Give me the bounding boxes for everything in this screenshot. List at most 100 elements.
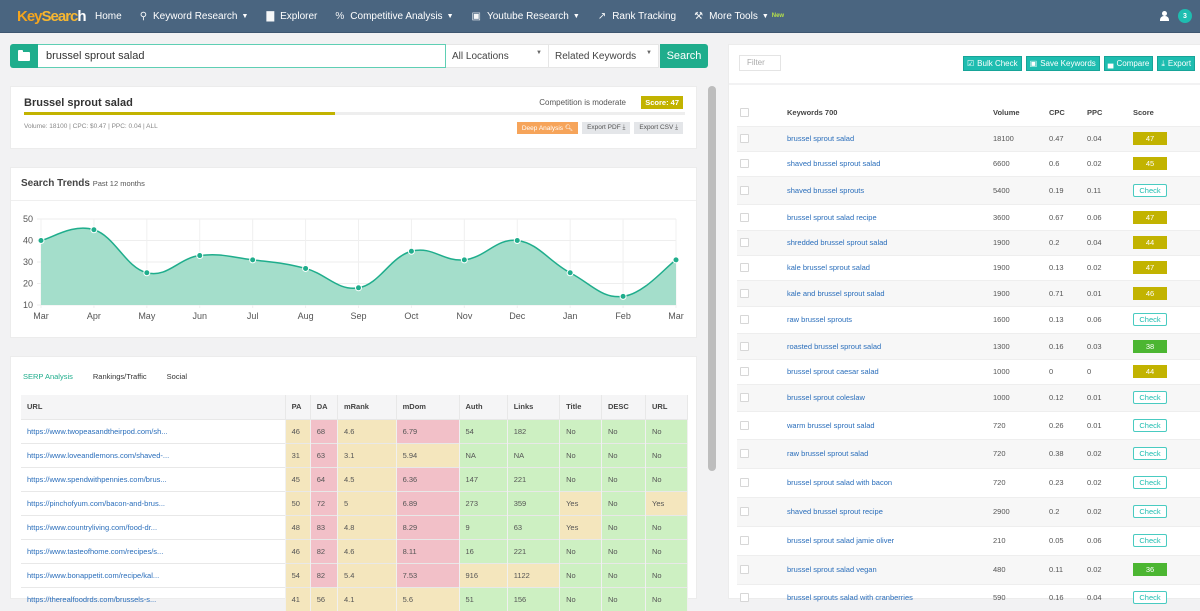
keyword-link[interactable]: shaved brussel sprouts <box>787 175 993 204</box>
column-header-volume[interactable]: Volume <box>993 100 1049 126</box>
saved-lists-button[interactable] <box>10 44 38 68</box>
column-header-score[interactable]: Score <box>1133 100 1200 126</box>
row-checkbox[interactable] <box>740 449 749 458</box>
nav-item-rank-tracking[interactable]: ↗ Rank Tracking <box>598 11 676 22</box>
serp-url-link[interactable]: https://www.countryliving.com/food-dr... <box>21 514 286 539</box>
row-checkbox[interactable] <box>740 159 749 168</box>
row-checkbox[interactable] <box>740 185 749 195</box>
row-checkbox[interactable] <box>740 478 749 487</box>
keyword-link[interactable]: brussel sprout salad recipe <box>787 203 993 230</box>
tab-serp-analysis[interactable]: SERP Analysis <box>23 372 73 381</box>
keyword-link[interactable]: shredded brussel sprout salad <box>787 229 993 255</box>
left-panel-scrollbar[interactable] <box>708 86 716 471</box>
keyword-link[interactable]: roasted brussel sprout salad <box>787 332 993 359</box>
serp-url-link[interactable]: https://www.twopeasandtheirpod.com/sh... <box>21 418 286 443</box>
row-checkbox[interactable] <box>740 507 749 516</box>
check-score-button[interactable]: Check <box>1133 391 1167 404</box>
search-mode-select[interactable]: Related Keywords ▼ <box>549 44 659 68</box>
nav-item-competitive-analysis[interactable]: % Competitive Analysis ▼ <box>335 11 453 22</box>
volume-cell: 18100 <box>993 125 1049 151</box>
nav-item-home[interactable]: Home <box>95 11 122 22</box>
serp-url-link[interactable]: https://www.loveandlemons.com/shaved-... <box>21 442 286 467</box>
keyword-link[interactable]: brussel sprout caesar salad <box>787 358 993 384</box>
row-checkbox[interactable] <box>740 238 749 247</box>
cpc-cell: 0.23 <box>1049 467 1087 497</box>
bulk-check-button[interactable]: ☑ Bulk Check <box>963 56 1022 71</box>
keyword-link[interactable]: brussel sprout coleslaw <box>787 383 993 411</box>
keyword-link[interactable]: brussel sprout salad vegan <box>787 554 993 584</box>
keyword-link[interactable]: raw brussel sprout salad <box>787 438 993 468</box>
tab-social[interactable]: Social <box>167 372 187 381</box>
row-checkbox[interactable] <box>740 536 749 545</box>
keyword-link[interactable]: brussel sprouts salad with cranberries <box>787 583 993 611</box>
column-header-mrank[interactable]: mRank <box>337 395 397 419</box>
keyword-link[interactable]: brussel sprout salad <box>787 125 993 151</box>
column-header-desc[interactable]: DESC <box>601 395 646 419</box>
column-header-ppc[interactable]: PPC <box>1087 100 1133 126</box>
row-checkbox[interactable] <box>740 134 749 143</box>
keyword-link[interactable]: brussel sprout salad jamie oliver <box>787 525 993 555</box>
column-header-pa[interactable]: PA <box>285 395 311 419</box>
serp-url-link[interactable]: https://pinchofyum.com/bacon-and-brus... <box>21 490 286 515</box>
location-select[interactable]: All Locations ▼ <box>446 44 549 68</box>
row-checkbox[interactable] <box>740 393 749 402</box>
keyword-link[interactable]: raw brussel sprouts <box>787 305 993 333</box>
keyword-link[interactable]: warm brussel sprout salad <box>787 410 993 439</box>
row-checkbox[interactable] <box>740 212 749 222</box>
serp-url-link[interactable]: https://www.spendwithpennies.com/brus... <box>21 466 286 491</box>
keyword-link[interactable]: kale and brussel sprout salad <box>787 279 993 306</box>
nav-item-explorer[interactable]: ▇ Explorer <box>266 11 317 22</box>
serp-url-link[interactable]: https://therealfoodrds.com/brussels-s... <box>21 586 286 611</box>
column-header-cpc[interactable]: CPC <box>1049 100 1087 126</box>
check-score-button[interactable]: Check <box>1133 534 1167 547</box>
row-checkbox[interactable] <box>740 420 749 430</box>
keyword-link[interactable]: brussel sprout salad with bacon <box>787 467 993 497</box>
column-header-da[interactable]: DA <box>310 395 338 419</box>
select-all-checkbox[interactable] <box>740 108 749 118</box>
export-button[interactable]: ⤓ Export <box>1157 56 1196 71</box>
row-checkbox[interactable] <box>740 565 749 574</box>
row-checkbox[interactable] <box>740 315 749 324</box>
row-checkbox[interactable] <box>740 263 749 272</box>
check-score-button[interactable]: Check <box>1133 183 1167 197</box>
save-keywords-button[interactable]: ▣ Save Keywords <box>1025 56 1100 71</box>
check-score-button[interactable]: Check <box>1133 591 1167 605</box>
user-icon[interactable] <box>1160 11 1170 21</box>
nav-item-youtube-research[interactable]: ▣ Youtube Research ▼ <box>472 11 580 22</box>
check-score-button[interactable]: Check <box>1133 418 1167 432</box>
nav-item-keyword-research[interactable]: ⚲ Keyword Research ▼ <box>140 11 249 22</box>
search-button[interactable]: Search <box>660 44 708 68</box>
row-checkbox[interactable] <box>740 341 749 351</box>
toolbar-button-label: Save Keywords <box>1040 59 1096 68</box>
check-score-button[interactable]: Check <box>1133 447 1167 460</box>
ppc-cell: 0.02 <box>1087 496 1133 526</box>
compare-button[interactable]: ▄ Compare <box>1103 56 1154 71</box>
keyword-input[interactable] <box>38 44 446 68</box>
serp-url-link[interactable]: https://www.tasteofhome.com/recipes/s... <box>21 538 286 563</box>
column-header-auth[interactable]: Auth <box>459 395 508 419</box>
column-header-title[interactable]: Title <box>559 395 602 419</box>
tab-rankings-traffic[interactable]: Rankings/Traffic <box>93 372 147 381</box>
column-header-mdom[interactable]: mDom <box>396 395 460 419</box>
notification-badge[interactable]: 3 <box>1178 9 1192 23</box>
check-score-button[interactable]: Check <box>1133 505 1167 518</box>
row-checkbox[interactable] <box>740 367 749 376</box>
column-header-links[interactable]: Links <box>507 395 561 419</box>
export-csv-button[interactable]: Export CSV ⤓ <box>634 122 683 134</box>
keysearch-logo[interactable]: KeySearch <box>17 8 87 25</box>
row-checkbox[interactable] <box>740 593 749 603</box>
check-score-button[interactable]: Check <box>1133 476 1167 489</box>
deep-analysis-button[interactable]: Deep Analysis 🔍︎ <box>516 122 579 134</box>
column-header-url[interactable]: URL <box>645 395 688 419</box>
serp-url-link[interactable]: https://www.bonappetit.com/recipe/kal... <box>21 562 286 587</box>
filter-input[interactable]: Filter <box>739 55 781 71</box>
column-header-keywords-700[interactable]: Keywords 700 <box>787 100 993 126</box>
export-pdf-button[interactable]: Export PDF ⤓ <box>582 122 631 134</box>
row-checkbox[interactable] <box>740 288 749 298</box>
keyword-link[interactable]: shaved brussel sprout salad <box>787 150 993 176</box>
nav-item-more-tools[interactable]: ⚒ More Tools ▼ New <box>694 11 784 22</box>
keyword-link[interactable]: shaved brussel sprout recipe <box>787 496 993 526</box>
keyword-link[interactable]: kale brussel sprout salad <box>787 254 993 280</box>
column-header-url[interactable]: URL <box>21 395 286 419</box>
check-score-button[interactable]: Check <box>1133 313 1167 326</box>
